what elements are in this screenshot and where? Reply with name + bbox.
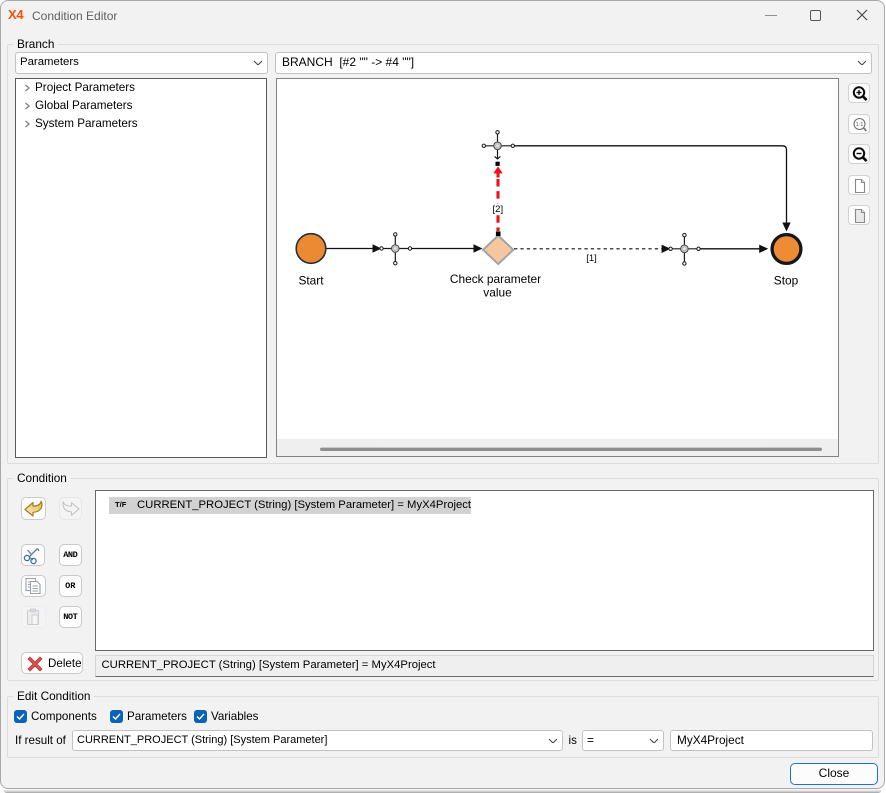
svg-text:1:1: 1:1 — [856, 122, 864, 128]
svg-text:[2]: [2] — [493, 204, 504, 215]
svg-text:Stop: Stop — [774, 274, 799, 288]
svg-text:Start: Start — [298, 274, 324, 288]
svg-text:value: value — [483, 286, 512, 300]
svg-text:[1]: [1] — [586, 253, 597, 264]
svg-text:Check parameter: Check parameter — [450, 272, 541, 286]
